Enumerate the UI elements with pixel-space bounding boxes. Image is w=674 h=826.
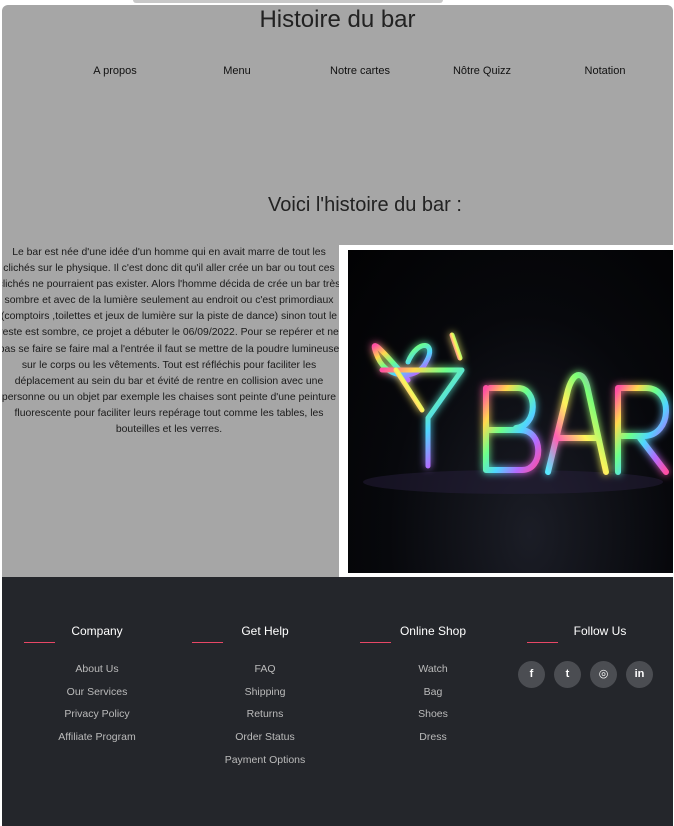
footer-link-faq[interactable]: FAQ <box>181 663 349 686</box>
nav-link-menu[interactable]: Menu <box>223 65 251 77</box>
neon-bar-sign-image <box>348 250 673 573</box>
nav-link-notation[interactable]: Notation <box>585 65 626 77</box>
footer-column-company: Company About Us Our Services Privacy Po… <box>13 624 181 743</box>
footer-heading-underline <box>192 642 223 643</box>
history-paragraph: Le bar est née d'une idée d'un homme qui… <box>2 247 341 436</box>
nav-link-a-propos[interactable]: A propos <box>93 65 136 77</box>
main-nav: A propos Menu Notre cartes Nôtre Quizz N… <box>2 65 673 81</box>
scroll-indicator <box>133 0 443 3</box>
footer-heading-underline <box>360 642 391 643</box>
footer-link-shoes[interactable]: Shoes <box>349 708 517 731</box>
twitter-icon[interactable]: t <box>554 661 581 688</box>
footer-link-order-status[interactable]: Order Status <box>181 731 349 754</box>
section-title: Voici l'histoire du bar : <box>268 194 462 216</box>
facebook-icon[interactable]: f <box>518 661 545 688</box>
footer-link-affiliate-program[interactable]: Affiliate Program <box>13 731 181 754</box>
social-links: f t ◎ in <box>516 661 673 689</box>
footer-link-watch[interactable]: Watch <box>349 663 517 686</box>
footer-links-get-help: FAQ Shipping Returns Order Status Paymen… <box>181 663 349 776</box>
site-footer: Company About Us Our Services Privacy Po… <box>2 577 673 826</box>
page: Histoire du bar A propos Menu Notre cart… <box>2 5 673 826</box>
footer-links-online-shop: Watch Bag Shoes Dress <box>349 663 517 754</box>
footer-link-payment-options[interactable]: Payment Options <box>181 754 349 777</box>
nav-link-notre-quizz[interactable]: Nôtre Quizz <box>453 65 511 77</box>
site-title: Histoire du bar <box>259 6 416 33</box>
nav-link-notre-cartes[interactable]: Notre cartes <box>330 65 390 77</box>
footer-link-privacy-policy[interactable]: Privacy Policy <box>13 708 181 731</box>
footer-heading-get-help: Get Help <box>241 624 289 638</box>
instagram-icon[interactable]: ◎ <box>590 661 617 688</box>
footer-heading-online-shop: Online Shop <box>399 624 467 638</box>
footer-link-dress[interactable]: Dress <box>349 731 517 754</box>
footer-link-returns[interactable]: Returns <box>181 708 349 731</box>
linkedin-icon[interactable]: in <box>626 661 653 688</box>
photo-frame <box>339 245 673 577</box>
footer-link-about-us[interactable]: About Us <box>13 663 181 686</box>
footer-heading-follow-us: Follow Us <box>573 624 627 638</box>
footer-column-get-help: Get Help FAQ Shipping Returns Order Stat… <box>181 624 349 766</box>
footer-links-company: About Us Our Services Privacy Policy Aff… <box>13 663 181 754</box>
footer-column-follow-us: Follow Us f t ◎ in <box>516 624 673 688</box>
footer-heading-company: Company <box>71 624 123 638</box>
footer-heading-underline <box>527 642 558 643</box>
footer-heading-underline <box>24 642 55 643</box>
footer-link-shipping[interactable]: Shipping <box>181 686 349 709</box>
footer-link-our-services[interactable]: Our Services <box>13 686 181 709</box>
footer-link-bag[interactable]: Bag <box>349 686 517 709</box>
footer-column-online-shop: Online Shop Watch Bag Shoes Dress <box>349 624 517 743</box>
